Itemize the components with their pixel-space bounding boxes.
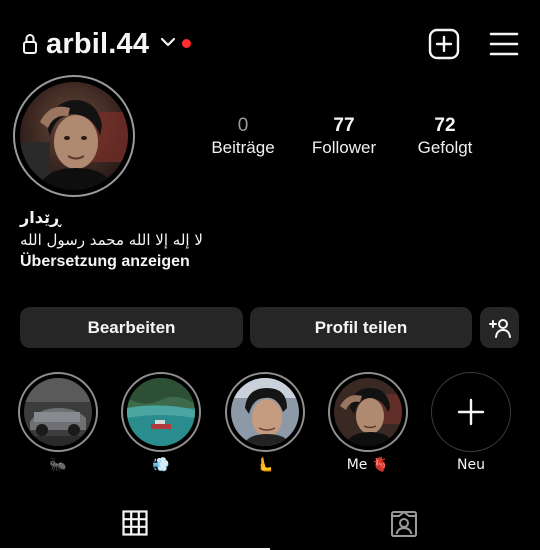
highlight-label: 💨 — [152, 457, 170, 473]
followers-stat[interactable]: 77 Follower — [304, 115, 384, 159]
followers-count: 77 — [333, 115, 355, 136]
chevron-down-icon[interactable] — [160, 35, 176, 49]
following-count: 72 — [434, 115, 456, 136]
username[interactable]: arbil.44 — [46, 24, 149, 64]
bio-display-name: ڕێدار — [20, 208, 61, 227]
top-bar: arbil.44 — [0, 22, 540, 66]
highlight-ring — [328, 372, 408, 452]
highlight-item[interactable]: 🫷 — [225, 372, 305, 474]
highlight-ring — [121, 372, 201, 452]
highlight-ring — [18, 372, 98, 452]
bio-text: لا إله إلا الله محمد رسول الله — [20, 231, 203, 249]
highlight-label: Me 🫀 — [346, 457, 390, 473]
highlight-cover — [127, 378, 195, 446]
plus-icon — [457, 398, 485, 426]
grid-icon[interactable] — [122, 510, 148, 536]
tagged-icon[interactable] — [390, 510, 418, 538]
profile-tabs — [0, 502, 540, 550]
share-profile-button[interactable]: Profil teilen — [250, 307, 472, 348]
notification-dot — [182, 39, 191, 48]
highlight-label: 🫷 — [256, 457, 274, 473]
following-label: Gefolgt — [417, 138, 473, 157]
add-person-button[interactable] — [480, 307, 519, 348]
new-highlight[interactable]: Neu — [431, 372, 511, 474]
new-highlight-label: Neu — [457, 457, 485, 473]
hamburger-menu-icon[interactable] — [489, 30, 519, 58]
highlight-label: 🐜 — [49, 457, 67, 473]
edit-profile-button[interactable]: Bearbeiten — [20, 307, 243, 348]
highlight-item[interactable]: 💨 — [121, 372, 201, 474]
highlight-item[interactable]: Me 🫀 — [328, 372, 408, 474]
highlight-ring — [225, 372, 305, 452]
following-stat[interactable]: 72 Gefolgt — [405, 115, 485, 159]
highlight-cover — [334, 378, 402, 446]
avatar — [20, 82, 128, 190]
profile-avatar[interactable] — [13, 75, 135, 197]
posts-label: Beiträge — [211, 138, 275, 157]
add-person-icon — [489, 319, 511, 338]
translate-link[interactable]: Übersetzung anzeigen — [20, 251, 420, 273]
highlight-cover — [231, 378, 299, 446]
bio: ڕێدار لا إله إلا الله محمد رسول الله Übe… — [20, 207, 420, 273]
highlight-item[interactable]: 🐜 — [18, 372, 98, 474]
lock-icon — [23, 34, 37, 54]
plus-square-icon[interactable] — [428, 28, 460, 60]
followers-label: Follower — [311, 138, 377, 157]
new-highlight-ring — [431, 372, 511, 452]
posts-stat: 0 Beiträge — [203, 115, 283, 159]
highlight-cover — [24, 378, 92, 446]
posts-count: 0 — [237, 115, 249, 136]
